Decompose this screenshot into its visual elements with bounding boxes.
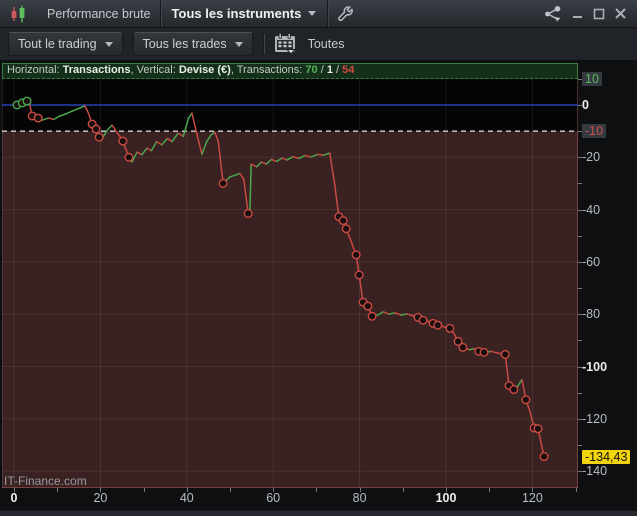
separator [262,34,264,54]
y-axis-label: 0 [582,98,589,112]
y-axis-label: -40 [582,202,601,217]
trades-filter-label: Tous les trades [142,37,227,51]
y-axis-label: -100 [582,359,608,374]
trades-filter-dropdown[interactable]: Tous les trades [132,32,253,56]
x-axis-label: 0 [10,491,18,505]
x-axis-tick [143,488,145,492]
x-axis-label: 80 [352,491,367,505]
losing-trades-count: 54 [342,64,355,76]
chevron-down-icon [308,11,317,16]
x-axis-tick [402,488,404,492]
chevron-down-icon [234,41,243,47]
maximize-button[interactable] [593,8,605,20]
x-axis-label: 20 [93,491,108,505]
trading-performance-window: { "titlebar": { "tab_performance": "Perf… [0,0,637,516]
y-axis-label: -140 [582,464,608,479]
x-axis-tick [316,488,318,492]
x-axis-label: 40 [179,491,194,505]
chevron-down-icon [104,41,113,47]
y-axis-tick [578,183,582,185]
y-axis-tick [578,392,582,394]
title-bar: Performance brute Tous les instruments [0,0,637,28]
vertical-axis-value: Devise (€) [178,64,231,76]
x-axis-tick [230,488,231,492]
window-controls [543,5,637,23]
y-axis-tick [578,288,582,290]
share-button[interactable] [543,5,563,23]
winning-trades-count: 70 [305,64,318,76]
period-label: Toutes [307,37,345,51]
watermark: IT-Finance.com [4,474,87,488]
y-axis-label: -60 [582,254,601,269]
wrench-icon [338,6,354,22]
transactions-stats-label: Transactions: [236,64,303,76]
x-axis-tick [489,488,491,492]
y-axis-tick [578,235,582,237]
x-axis-label: 100 [435,491,457,505]
instruments-dropdown-label: Tous les instruments [171,6,302,21]
trading-filter-dropdown[interactable]: Tout le trading [8,32,123,56]
calendar-icon [274,33,296,55]
y-axis-label: -10 [582,124,607,139]
y-axis-label: 10 [582,71,602,86]
chart-region: Horizontal: Transactions, Vertical: Devi… [0,60,637,510]
horizontal-axis-label: Horizontal: [7,64,60,76]
x-axis-label: 60 [266,491,281,505]
minimize-button[interactable] [572,8,584,20]
y-axis-label: -120 [582,411,608,426]
y-axis-label: -80 [582,307,601,322]
tab-performance-brute[interactable]: Performance brute [38,0,160,27]
y-axis-label: -20 [582,150,601,165]
trading-filter-label: Tout le trading [18,37,97,51]
y-axis-tick [578,444,582,446]
settings-wrench-button[interactable] [328,0,361,27]
instruments-dropdown[interactable]: Tous les instruments [161,0,328,27]
close-button[interactable] [614,7,627,20]
x-axis-tick [57,488,59,492]
window-bottom-edge [0,510,637,516]
x-axis-tick [575,488,577,492]
equity-curve-plot[interactable] [2,63,578,488]
candlestick-logo-icon [0,0,38,27]
calendar-period-button[interactable] [274,33,298,55]
chart-header-bar: Horizontal: Transactions, Vertical: Devi… [2,63,578,79]
horizontal-axis-value: Transactions [62,64,131,76]
vertical-axis-label: Vertical: [136,64,176,76]
y-axis-label: -134,43 [582,449,631,464]
y-axis-tick [578,340,582,342]
x-axis-label: 120 [521,491,543,505]
filter-toolbar: Tout le trading Tous les trades Toutes [0,28,637,61]
